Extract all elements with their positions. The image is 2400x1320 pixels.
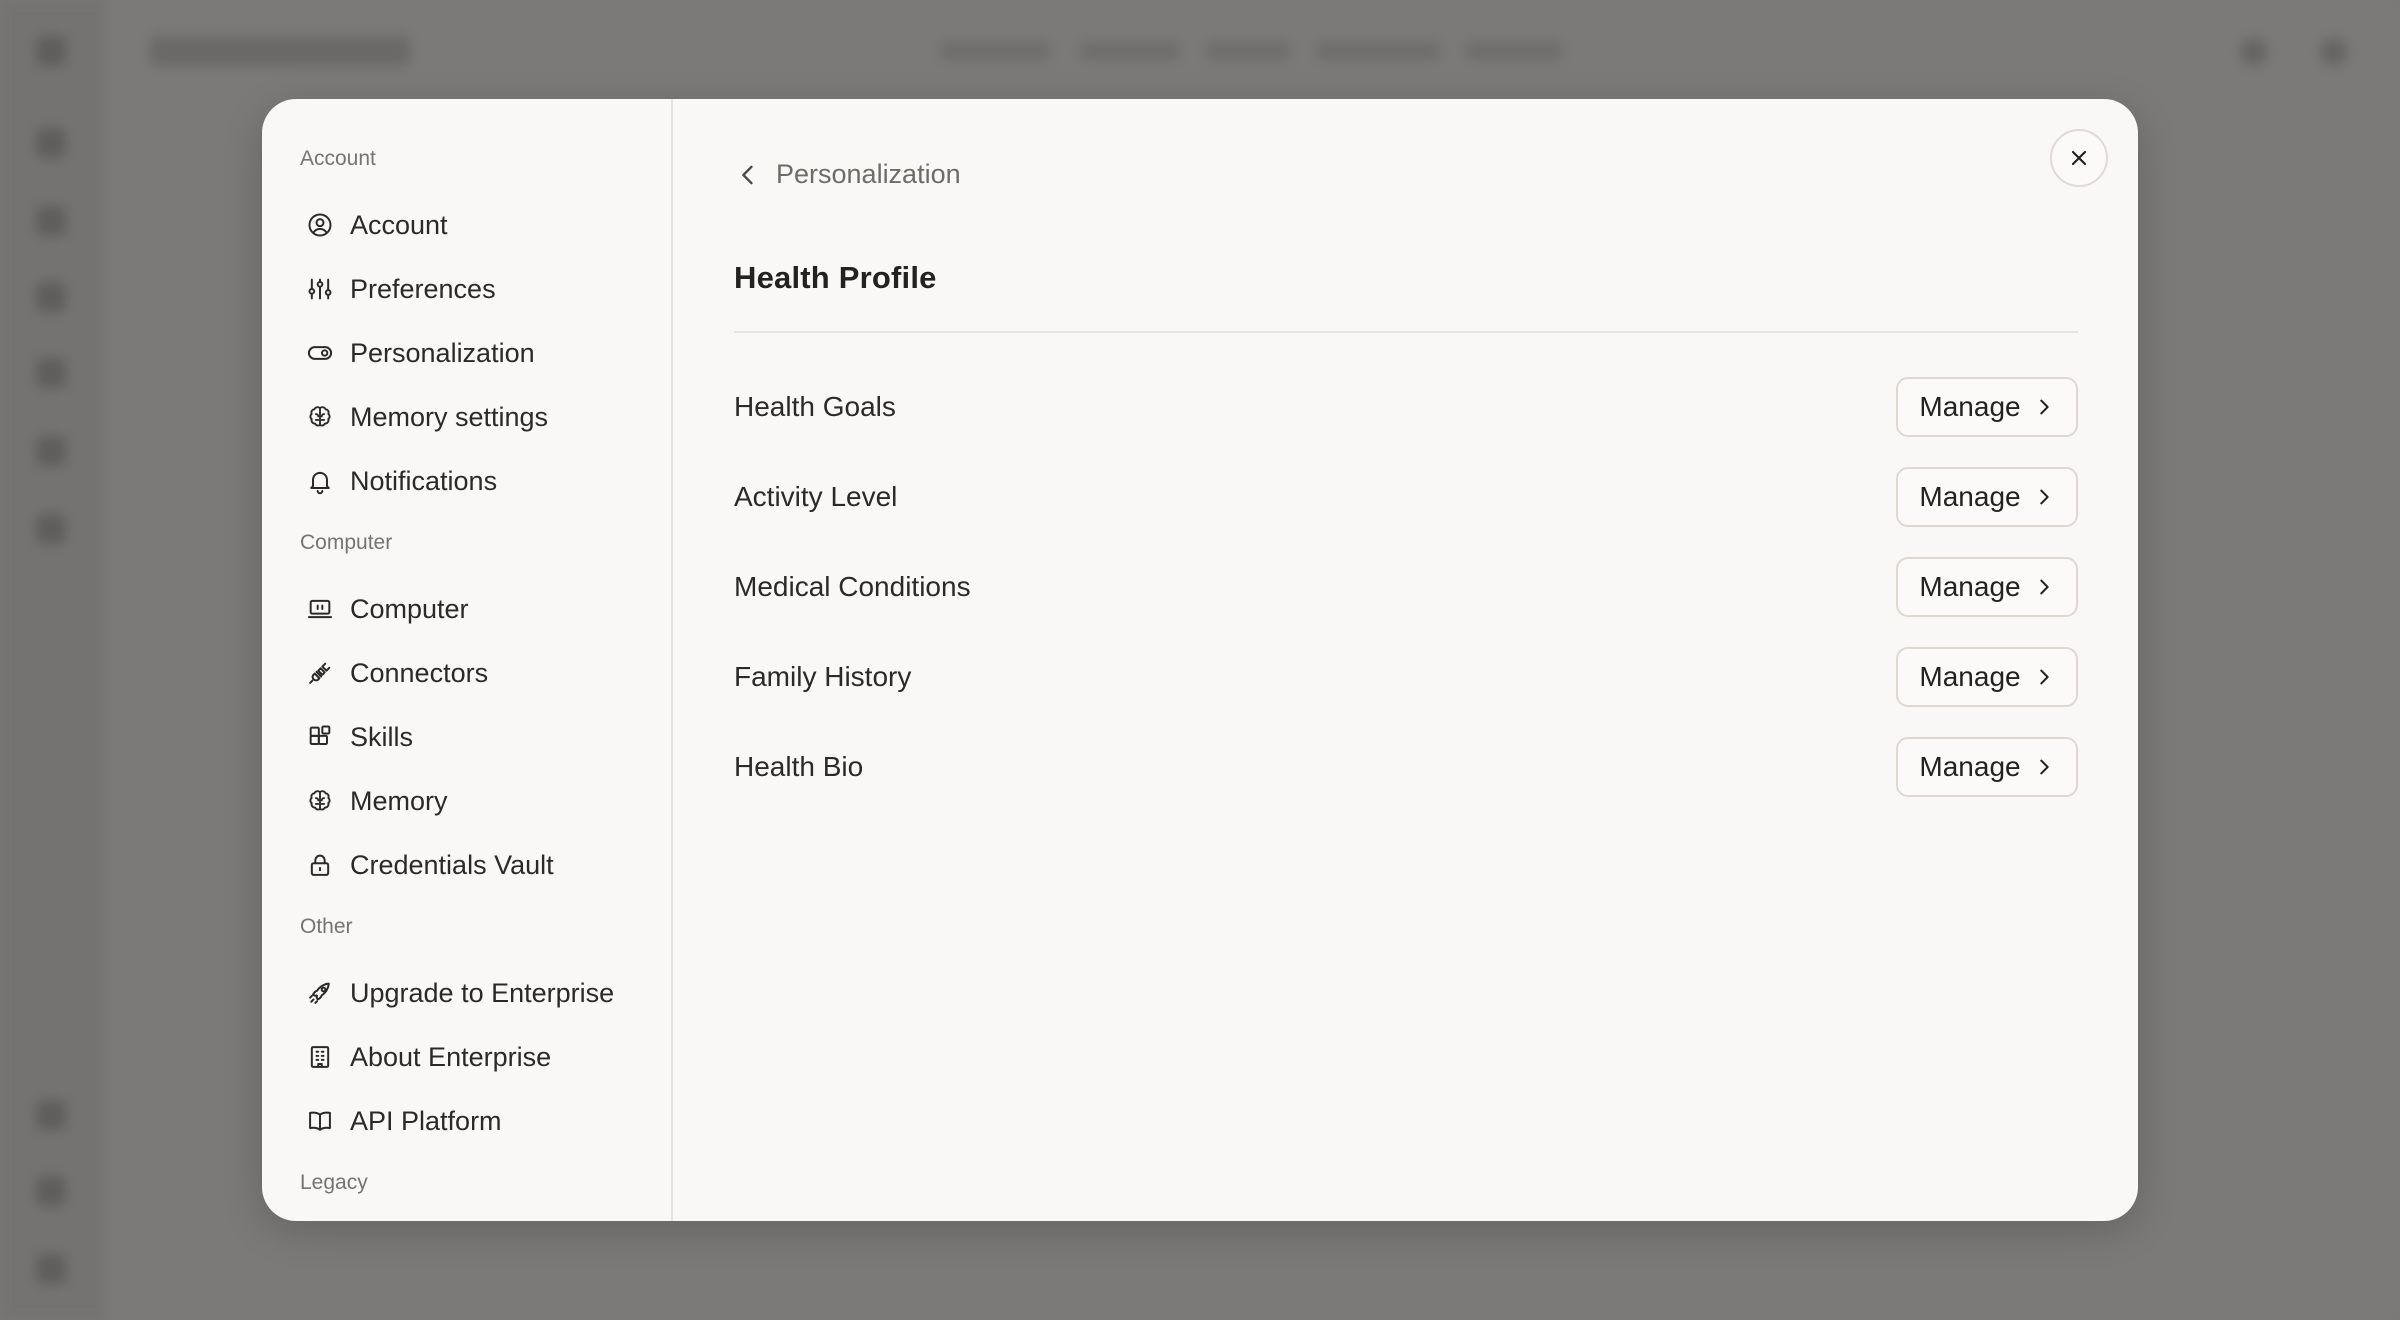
background-search-icon: [2240, 38, 2268, 66]
manage-family-history-button[interactable]: Manage: [1896, 647, 2078, 707]
breadcrumb-label: Personalization: [776, 159, 961, 189]
sidebar-item-api-platform[interactable]: API Platform: [298, 1089, 671, 1153]
list-item-health-goals: Health Goals Manage: [734, 362, 2078, 452]
user-circle-icon: [306, 211, 334, 239]
manage-button-label: Manage: [1919, 571, 2021, 602]
manage-medical-conditions-button[interactable]: Manage: [1896, 557, 2078, 617]
background-nav-item: [1466, 42, 1562, 60]
section-label-computer: Computer: [300, 531, 393, 554]
book-icon: [306, 1107, 334, 1135]
section-label-legacy: Legacy: [300, 1171, 368, 1194]
section-label-account: Account: [300, 147, 376, 170]
brain-icon: [306, 787, 334, 815]
sidebar-item-credentials-vault[interactable]: Credentials Vault: [298, 833, 671, 897]
sidebar-item-label: Notifications: [350, 465, 498, 496]
background-rail-icon: [36, 514, 66, 544]
close-icon: [2071, 150, 2087, 166]
background-settings-icon: [2320, 38, 2348, 66]
brain-icon: [306, 403, 334, 431]
rocket-icon: [306, 979, 334, 1007]
bell-icon: [306, 467, 334, 495]
sliders-icon: [306, 275, 334, 303]
background-nav-item: [1316, 42, 1440, 60]
list-item-family-history: Family History Manage: [734, 632, 2078, 722]
list-item-health-bio: Health Bio Manage: [734, 722, 2078, 812]
chevron-left-icon: [742, 165, 753, 184]
background-nav-item: [1080, 42, 1180, 60]
settings-content: Personalization Health Profile Health Go…: [673, 99, 2138, 1221]
sidebar-item-account[interactable]: Account: [298, 193, 671, 257]
sidebar-item-preferences[interactable]: Preferences: [298, 257, 671, 321]
sidebar-item-label: Computer: [350, 593, 469, 624]
sidebar-item-label: Connectors: [350, 657, 489, 688]
chevron-right-icon: [2039, 489, 2049, 505]
row-label: Health Bio: [734, 751, 864, 782]
blocks-icon: [306, 723, 334, 751]
manage-health-bio-button[interactable]: Manage: [1896, 737, 2078, 797]
row-label: Family History: [734, 661, 912, 692]
background-nav-item: [1206, 42, 1290, 60]
background-rail-icon: [36, 206, 66, 236]
list-item-activity-level: Activity Level Manage: [734, 452, 2078, 542]
settings-modal: Account Account Preferences Personalizat…: [262, 99, 2138, 1221]
background-rail-icon: [36, 128, 66, 158]
sidebar-item-label: Upgrade to Enterprise: [350, 977, 615, 1008]
laptop-icon: [306, 595, 334, 623]
lock-icon: [306, 851, 334, 879]
background-title-pill: [150, 36, 410, 66]
manage-button-label: Manage: [1919, 751, 2021, 782]
sidebar-item-label: Personalization: [350, 337, 535, 368]
sidebar-item-label: Credentials Vault: [350, 849, 554, 880]
close-button[interactable]: [2050, 129, 2108, 187]
background-rail-icon: [36, 358, 66, 388]
background-logo-icon: [36, 36, 66, 66]
background-rail-icon: [36, 1176, 66, 1206]
sidebar-item-personalization[interactable]: Personalization: [298, 321, 671, 385]
sidebar-item-connectors[interactable]: Connectors: [298, 641, 671, 705]
background-rail: [0, 0, 104, 1320]
sidebar-item-label: Skills: [350, 721, 414, 752]
section-label-other: Other: [300, 915, 353, 938]
chevron-right-icon: [2039, 399, 2049, 415]
chevron-right-icon: [2039, 579, 2049, 595]
chevron-right-icon: [2039, 759, 2049, 775]
building-icon: [306, 1043, 334, 1071]
sidebar-item-about-enterprise[interactable]: About Enterprise: [298, 1025, 671, 1089]
sidebar-item-memory-settings[interactable]: Memory settings: [298, 385, 671, 449]
breadcrumb-back-link[interactable]: Personalization: [734, 159, 961, 190]
row-label: Activity Level: [734, 481, 898, 512]
manage-button-label: Manage: [1919, 661, 2021, 692]
sidebar-item-label: Memory: [350, 785, 448, 816]
health-profile-list: Health Goals Manage Activity Level Manag…: [734, 362, 2078, 812]
chevron-right-icon: [2039, 669, 2049, 685]
sidebar-item-computer[interactable]: Computer: [298, 577, 671, 641]
row-label: Medical Conditions: [734, 571, 971, 602]
manage-health-goals-button[interactable]: Manage: [1896, 377, 2078, 437]
sidebar-item-label: Preferences: [350, 273, 496, 304]
manage-button-label: Manage: [1919, 481, 2021, 512]
settings-sidebar: Account Account Preferences Personalizat…: [262, 99, 673, 1221]
background-rail-icon: [36, 1100, 66, 1130]
list-item-medical-conditions: Medical Conditions Manage: [734, 542, 2078, 632]
manage-button-label: Manage: [1919, 391, 2021, 422]
sidebar-item-notifications[interactable]: Notifications: [298, 449, 671, 513]
sidebar-item-label: About Enterprise: [350, 1041, 552, 1072]
plug-icon: [306, 659, 334, 687]
title-divider: [734, 331, 2078, 333]
background-rail-icon: [36, 282, 66, 312]
toggle-icon: [306, 339, 334, 367]
sidebar-item-memory[interactable]: Memory: [298, 769, 671, 833]
sidebar-item-label: API Platform: [350, 1105, 502, 1136]
background-rail-icon: [36, 436, 66, 466]
row-label: Health Goals: [734, 391, 896, 422]
sidebar-item-label: Memory settings: [350, 401, 549, 432]
manage-activity-level-button[interactable]: Manage: [1896, 467, 2078, 527]
sidebar-item-skills[interactable]: Skills: [298, 705, 671, 769]
background-nav-item: [940, 42, 1050, 60]
sidebar-item-label: Account: [350, 209, 448, 240]
sidebar-item-upgrade-to-enterprise[interactable]: Upgrade to Enterprise: [298, 961, 671, 1025]
page-title: Health Profile: [734, 260, 937, 295]
background-rail-icon: [36, 1254, 66, 1284]
